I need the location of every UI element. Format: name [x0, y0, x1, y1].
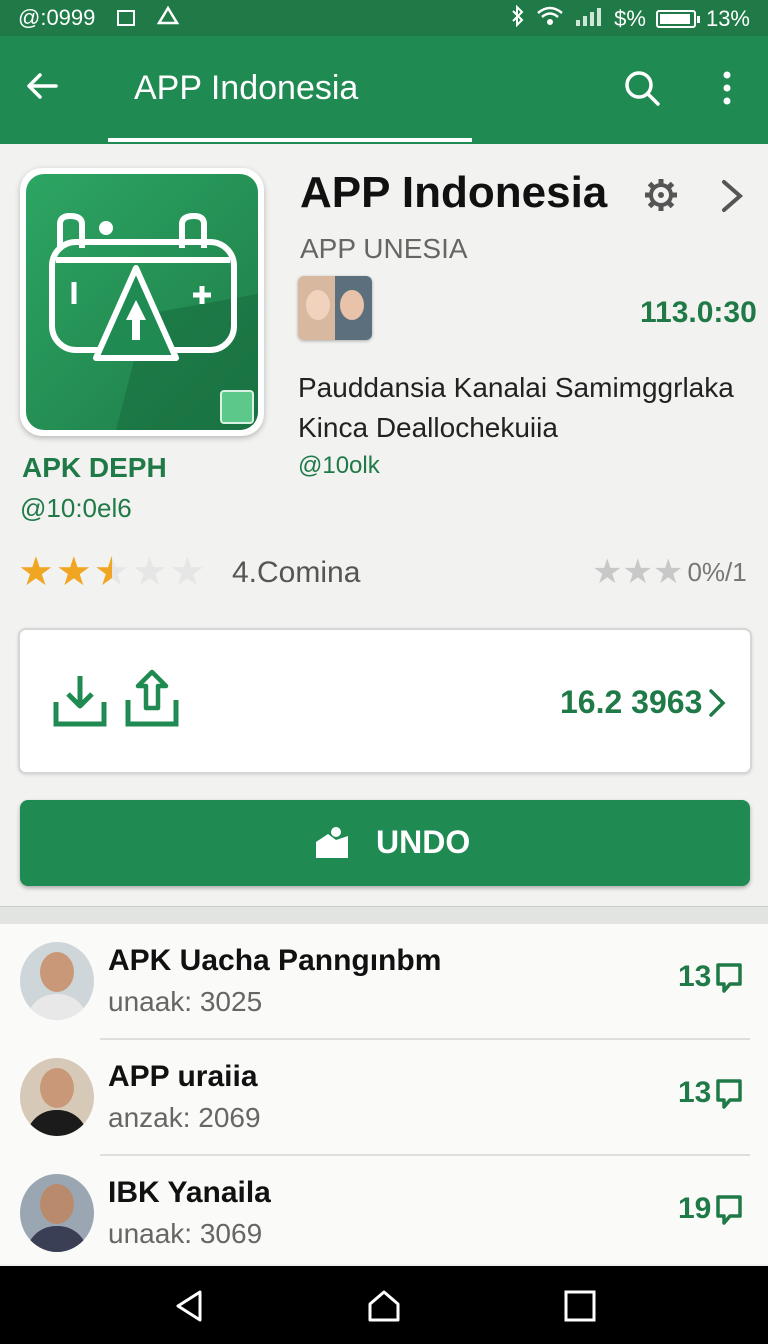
list-item-count: 13 [678, 1076, 712, 1109]
share-icon[interactable] [124, 668, 180, 730]
list-item[interactable]: APP uraiia anzak: 2069 13 [0, 1040, 768, 1156]
star-icon: ★ [18, 550, 54, 594]
list-item-name: APK Uacha Panngınbm [108, 944, 442, 977]
star-icon: ★ [169, 550, 206, 594]
apk-badge-time: @10:0el6 [20, 493, 132, 523]
avatar [20, 942, 94, 1020]
download-count: @10olk [298, 452, 380, 479]
avatar [20, 1058, 94, 1136]
star-icon: ★ [131, 550, 168, 594]
comment-icon[interactable] [714, 1078, 744, 1110]
list-item-name: APP uraiia [108, 1060, 258, 1093]
app-bar: APP Indonesia [0, 36, 768, 144]
active-tab-indicator [108, 138, 472, 142]
avatar [20, 1174, 94, 1252]
nav-recents-icon[interactable] [562, 1288, 598, 1324]
status-right-text: $% [614, 6, 646, 31]
list-item-sub: anzak: 2069 [108, 1102, 261, 1133]
signal-icon [574, 6, 604, 32]
star-icon: ★ [592, 553, 623, 591]
nav-home-icon[interactable] [366, 1288, 402, 1324]
app-timecode: 113.0:30 [640, 296, 757, 329]
download-card[interactable]: 16.2 3963 [18, 628, 752, 774]
list-item-sub: unaak: 3069 [108, 1218, 263, 1249]
app-size: 16.2 3963 [560, 684, 703, 720]
verified-badge-icon [220, 390, 254, 424]
download-icon[interactable] [52, 672, 108, 730]
section-divider [0, 906, 768, 925]
chevron-right-icon[interactable] [708, 688, 726, 718]
list-item[interactable]: IBK Yanaila unaak: 3069 19 [0, 1156, 768, 1272]
back-arrow-icon[interactable] [22, 66, 62, 106]
list-item-sub: unaak: 3025 [108, 986, 263, 1017]
battery-percent: 13% [705, 6, 750, 31]
app-title: APP Indonesia [300, 168, 608, 217]
undo-button[interactable]: UNDO [20, 800, 750, 886]
star-icon: ★ [622, 553, 653, 591]
related-apps-list: APK Uacha Panngınbm unaak: 3025 13 APP u… [0, 924, 768, 1264]
secondary-rating-label: 0%/1 [687, 556, 747, 587]
upload-status-icon [157, 5, 180, 31]
notification-icon [117, 10, 136, 26]
search-icon[interactable] [622, 68, 662, 108]
star-icon: ★ [93, 550, 130, 594]
wifi-icon [536, 5, 564, 33]
app-description: Pauddansia Kanalai Samimggrlaka Kinca De… [298, 372, 734, 443]
bluetooth-icon [510, 4, 526, 33]
app-icon[interactable] [20, 168, 264, 436]
apk-badge-name: APK DEPH [22, 452, 167, 483]
list-item[interactable]: APK Uacha Panngınbm unaak: 3025 13 [0, 924, 768, 1040]
comment-icon[interactable] [714, 1194, 744, 1226]
app-subtitle: APP UNESIA [300, 233, 468, 264]
secondary-rating: ★ ★ ★ 0%/1 [592, 552, 747, 592]
status-bar: @:0999 $% 13% [0, 0, 768, 36]
list-item-name: IBK Yanaila [108, 1176, 271, 1209]
rating-label: 4.Comina [232, 556, 361, 589]
rating-stars: ★ ★ ★ ★ ★ [18, 552, 205, 592]
nav-back-icon[interactable] [172, 1288, 208, 1324]
chevron-right-icon[interactable] [716, 176, 748, 216]
system-nav-bar [0, 1266, 768, 1344]
status-left-text: @:0999 [18, 5, 96, 30]
star-icon: ★ [55, 550, 92, 594]
star-icon: ★ [652, 553, 684, 591]
battery-icon [655, 10, 700, 28]
app-bar-title: APP Indonesia [134, 69, 359, 107]
list-item-count: 19 [678, 1192, 712, 1225]
undo-icon [314, 826, 352, 860]
undo-button-label: UNDO [376, 824, 471, 860]
gear-icon[interactable] [644, 178, 678, 212]
developer-thumbnail[interactable] [298, 276, 372, 340]
list-item-count: 13 [678, 960, 712, 993]
more-vert-icon[interactable] [712, 68, 742, 108]
comment-icon[interactable] [714, 962, 744, 994]
